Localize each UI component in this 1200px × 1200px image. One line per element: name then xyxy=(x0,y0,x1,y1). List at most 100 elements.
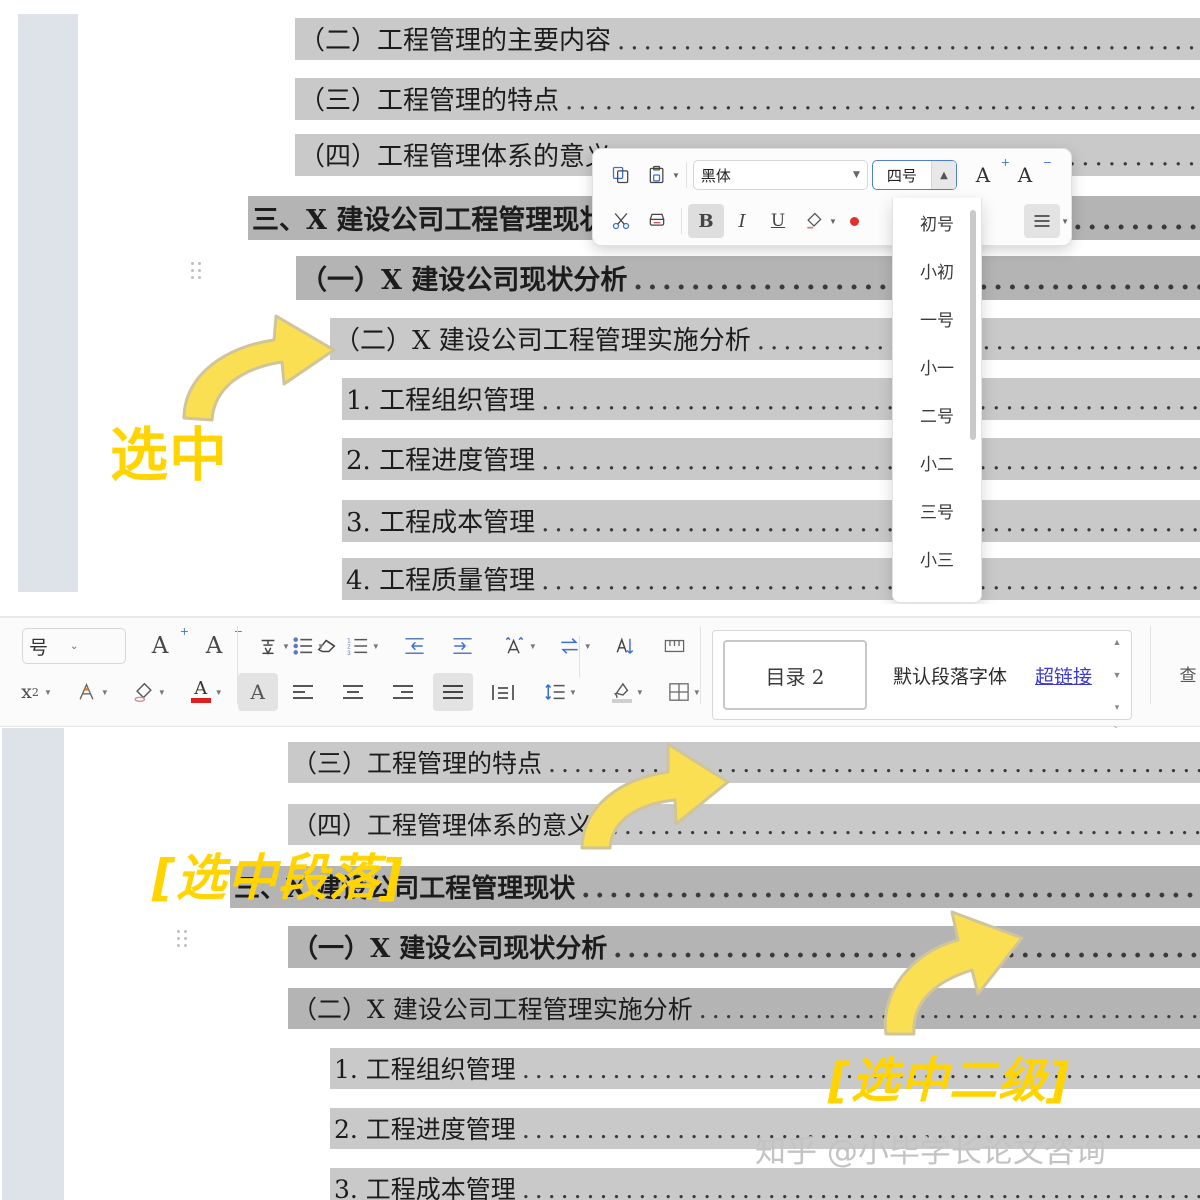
chevron-down-icon[interactable]: ▼ xyxy=(853,170,860,180)
ltr-rtl-caret-icon[interactable]: ▼ xyxy=(584,642,592,651)
align-right-icon[interactable] xyxy=(383,673,423,711)
styles-gallery[interactable]: 目录 2 默认段落字体 超链接 ▲ ▼ ▾ ↘ xyxy=(712,630,1132,733)
toc-entry-highlight: （二）X 建设公司工程管理实施分析.......................… xyxy=(288,988,1200,1029)
panel-gap xyxy=(0,604,1200,616)
style-item-hyperlink[interactable]: 超链接 xyxy=(1035,662,1092,689)
toc-entry-highlight: （一）X 建设公司现状分析...........................… xyxy=(296,256,1200,300)
styles-scroll-controls[interactable]: ▲ ▼ ▾ xyxy=(1107,637,1127,713)
toc-leader-dots: ........................................… xyxy=(521,1175,1200,1200)
paste-options-caret-icon[interactable]: ▼ xyxy=(672,171,680,180)
styles-scroll-up-icon[interactable]: ▲ xyxy=(1113,637,1122,647)
distributed-align-icon[interactable] xyxy=(483,673,523,711)
shading-caret-icon[interactable]: ▼ xyxy=(636,688,644,697)
line-spacing-caret-icon[interactable]: ▼ xyxy=(569,688,577,697)
highlighter-icon[interactable] xyxy=(796,204,832,238)
bullet-caret-icon[interactable]: ▼ xyxy=(317,642,325,651)
increase-indent-icon[interactable] xyxy=(443,627,483,665)
toc-entry-highlight: （二）工程管理的主要内容............................… xyxy=(295,18,1200,60)
grow-font-icon[interactable]: A + xyxy=(965,156,1010,192)
toc-leader-dots: ........................................… xyxy=(541,566,1200,596)
bold-label: B xyxy=(698,210,714,232)
annotation-select-paragraph-label: [选中段落] xyxy=(152,849,404,907)
style-item-selected[interactable]: 目录 2 xyxy=(723,640,867,710)
toc-entry-text: （三）工程管理的特点 xyxy=(292,749,543,778)
toc-leader-dots: ........................................… xyxy=(541,386,1200,416)
cut-icon[interactable] xyxy=(603,204,639,238)
font-size-option[interactable]: 小初 xyxy=(893,246,981,294)
font-color-caret-icon[interactable]: ▼ xyxy=(215,688,223,697)
annotation-arrow-3 xyxy=(883,910,1024,1036)
italic-button[interactable]: I xyxy=(724,204,760,238)
font-size-dropdown-list[interactable]: 初号 小初 一号 小一 二号 小二 三号 小三 xyxy=(892,198,982,603)
toc-entry-text: （一）X 建设公司现状分析 xyxy=(300,265,628,296)
font-size-option[interactable]: 小二 xyxy=(893,438,981,486)
toc-entry-highlight: （二）X 建设公司工程管理实施分析.......................… xyxy=(330,318,1200,360)
superscript-caret-icon[interactable]: ▼ xyxy=(44,688,52,697)
align-justify-icon[interactable] xyxy=(433,673,473,711)
copy-icon[interactable] xyxy=(603,158,639,192)
format-painter-icon[interactable] xyxy=(639,204,675,238)
align-center-icon[interactable] xyxy=(333,673,373,711)
toc-entry-highlight: 3. 工程成本管理...............................… xyxy=(342,500,1200,542)
font-size-option[interactable]: 三号 xyxy=(893,486,981,534)
paste-icon[interactable] xyxy=(639,158,675,192)
sort-icon[interactable] xyxy=(605,627,645,665)
paragraph-move-handle[interactable] xyxy=(191,262,207,280)
font-name-combobox[interactable]: 黑体 ▼ xyxy=(692,160,868,190)
decrease-indent-icon[interactable] xyxy=(395,627,435,665)
font-size-option[interactable]: 一号 xyxy=(893,294,981,342)
shrink-font-icon[interactable]: A − xyxy=(194,625,243,665)
styles-scroll-down-icon[interactable]: ▼ xyxy=(1113,670,1122,680)
font-size-value: 四号 xyxy=(886,166,917,185)
toc-leader-dots: ........................................… xyxy=(541,446,1200,476)
ribbon-toolbar[interactable]: 号 ⌄ A + A − ▼ x2 ▼ ▼ ▼ A ▼ A ▼ 1 2 3 ▼ ▼… xyxy=(0,616,1200,762)
ribbon-font-size-value: 号 xyxy=(29,636,49,659)
align-icon[interactable] xyxy=(1024,204,1061,238)
toc-entry[interactable]: （三）工程管理的特点..............................… xyxy=(295,78,1200,120)
shrink-font-icon[interactable]: A − xyxy=(1007,156,1052,192)
underline-label: U xyxy=(770,211,786,231)
asian-layout-caret-icon[interactable]: ▼ xyxy=(529,642,537,651)
styles-more-icon[interactable]: ▾ xyxy=(1115,702,1120,713)
paragraph-move-handle-bottom[interactable] xyxy=(177,930,193,948)
show-marks-icon[interactable] xyxy=(655,627,695,665)
style-item-default-font[interactable]: 默认段落字体 xyxy=(893,662,1007,689)
toc-entry-highlight: 1. 工程组织管理...............................… xyxy=(342,378,1200,420)
toolbar-divider-1 xyxy=(685,162,687,188)
toc-entry-text: （二）工程管理的主要内容 xyxy=(299,26,612,56)
font-size-option[interactable]: 二号 xyxy=(893,390,981,438)
numbered-caret-icon[interactable]: ▼ xyxy=(372,642,380,651)
font-size-option[interactable]: 初号 xyxy=(893,198,981,246)
highlight-caret-icon[interactable]: ▼ xyxy=(829,217,837,226)
toc-entry[interactable]: （二）工程管理的主要内容............................… xyxy=(295,18,1200,60)
chevron-down-icon[interactable]: ⌄ xyxy=(70,641,78,652)
ribbon-top-edge xyxy=(0,616,1200,618)
toc-entry-highlight: 4. 工程质量管理...............................… xyxy=(342,558,1200,600)
toc-entry-text: （四）工程管理体系的意义 xyxy=(299,142,612,172)
font-color-icon[interactable] xyxy=(837,204,873,238)
underline-button[interactable]: U xyxy=(760,204,796,238)
char-border-caret-icon[interactable]: ▼ xyxy=(101,688,109,697)
font-size-combobox[interactable]: 四号 ▲ xyxy=(871,160,957,190)
ribbon-paragraph-group[interactable]: ▼ 1 2 3 ▼ ▼ ▼ ▼ ▼ ▼ xyxy=(255,624,701,762)
toc-entry-text: 1. 工程组织管理 xyxy=(346,386,536,416)
align-caret-icon[interactable]: ▼ xyxy=(1061,217,1069,226)
toolbar-divider-2 xyxy=(681,208,682,234)
editing-group-icon[interactable]: 查 xyxy=(1168,654,1200,692)
ribbon-divider-inner xyxy=(579,636,580,678)
toc-entry-text: 2. 工程进度管理 xyxy=(346,446,536,476)
shrink-font-letter: A xyxy=(1017,163,1033,187)
mini-format-toolbar[interactable]: ▼ 黑体 ▼ 四号 ▲ A + A − B I U ▼ ▼ xyxy=(592,148,1072,246)
toc-entry-highlight: 3. 工程成本管理...............................… xyxy=(330,1168,1200,1200)
grow-font-icon[interactable]: A + xyxy=(140,625,189,665)
highlight-caret-icon[interactable]: ▼ xyxy=(158,688,166,697)
font-size-combobox-partial[interactable]: 号 ⌄ xyxy=(22,628,126,664)
dropdown-scrollbar[interactable] xyxy=(970,210,976,440)
font-size-option[interactable]: 小一 xyxy=(893,342,981,390)
toc-entry-text: 3. 工程成本管理 xyxy=(334,1175,516,1200)
bold-button[interactable]: B xyxy=(688,204,724,238)
toc-entry[interactable]: 3. 工程成本管理...............................… xyxy=(330,1168,1200,1200)
font-size-option[interactable]: 小三 xyxy=(893,534,981,582)
chevron-up-icon[interactable]: ▲ xyxy=(930,161,956,189)
align-left-icon[interactable] xyxy=(283,673,323,711)
